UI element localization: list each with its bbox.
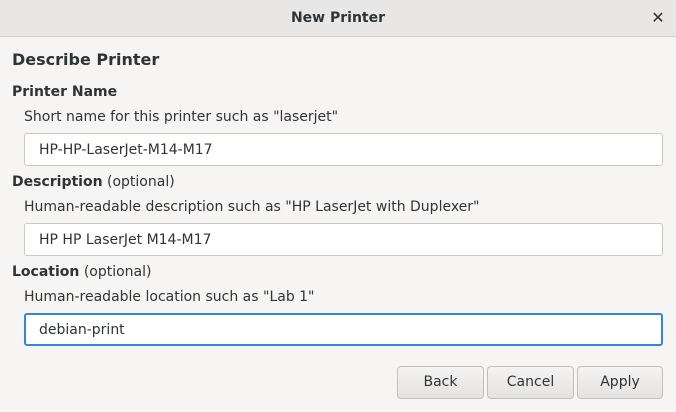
location-hint: Human-readable location such as "Lab 1": [24, 289, 315, 305]
description-label: Description (optional): [12, 174, 175, 190]
printer-name-label-text: Printer Name: [12, 84, 118, 100]
cancel-button[interactable]: Cancel: [487, 366, 574, 399]
location-optional-text: (optional): [79, 264, 152, 280]
close-icon[interactable]: ✕: [648, 8, 668, 28]
title-bar: New Printer ✕: [0, 0, 676, 37]
printer-name-input[interactable]: [24, 133, 663, 166]
apply-button[interactable]: Apply: [577, 366, 663, 399]
description-optional-text: (optional): [102, 174, 175, 190]
location-label-text: Location: [12, 264, 80, 280]
back-button[interactable]: Back: [397, 366, 484, 399]
location-label: Location (optional): [12, 264, 152, 280]
printer-name-label: Printer Name: [12, 84, 117, 100]
location-input[interactable]: [24, 313, 663, 346]
printer-name-hint: Short name for this printer such as "las…: [24, 109, 339, 125]
section-heading: Describe Printer: [12, 50, 160, 69]
description-label-text: Description: [12, 174, 103, 190]
description-hint: Human-readable description such as "HP L…: [24, 199, 480, 215]
description-input[interactable]: [24, 223, 663, 256]
new-printer-dialog: New Printer ✕ Describe Printer Printer N…: [0, 0, 676, 412]
dialog-title: New Printer: [290, 10, 386, 26]
